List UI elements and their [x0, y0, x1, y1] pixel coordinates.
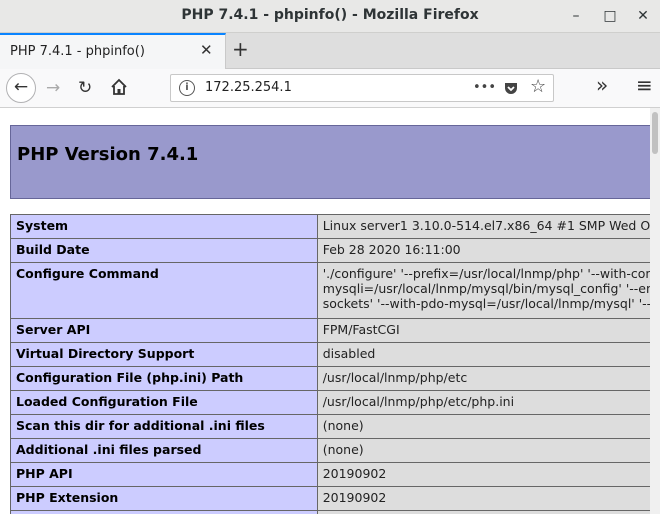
row-key: Configure Command	[10, 262, 318, 319]
maximize-icon[interactable]: □	[600, 6, 620, 26]
table-row: Build Date Feb 28 2020 16:11:00	[10, 238, 650, 263]
row-value: (none)	[316, 414, 650, 439]
new-tab-button[interactable]: +	[232, 37, 249, 61]
row-value: 20190902	[316, 462, 650, 487]
table-row: Configure Command './configure' '--prefix…	[10, 262, 650, 319]
table-row: Server API FPM/FastCGI	[10, 318, 650, 343]
table-row: Virtual Directory Support disabled	[10, 342, 650, 367]
row-value: (none)	[316, 438, 650, 463]
tab-strip: PHP 7.4.1 - phpinfo() ✕ +	[0, 33, 660, 69]
page-content: PHP Version 7.4.1 System Linux server1 3.…	[0, 108, 650, 514]
pocket-icon[interactable]	[503, 80, 519, 100]
minimize-icon[interactable]: –	[566, 6, 586, 26]
vertical-scrollbar[interactable]	[650, 108, 660, 514]
table-row	[10, 510, 650, 514]
row-key: Build Date	[10, 238, 318, 263]
row-value: Feb 28 2020 16:11:00	[316, 238, 650, 263]
row-key: Loaded Configuration File	[10, 390, 318, 415]
row-key: System	[10, 214, 318, 239]
back-button[interactable]: ←	[6, 73, 36, 103]
home-icon	[111, 78, 127, 95]
table-row: System Linux server1 3.10.0-514.el7.x86_6…	[10, 214, 650, 239]
row-key: Configuration File (php.ini) Path	[10, 366, 318, 391]
page-actions-icon[interactable]: •••	[473, 80, 496, 95]
row-value	[316, 510, 650, 514]
row-key: Additional .ini files parsed	[10, 438, 318, 463]
forward-button[interactable]: →	[46, 78, 60, 98]
row-key: Virtual Directory Support	[10, 342, 318, 367]
row-key: Server API	[10, 318, 318, 343]
row-value: FPM/FastCGI	[316, 318, 650, 343]
bookmark-star-icon[interactable]: ☆	[530, 76, 546, 97]
window-titlebar: PHP 7.4.1 - phpinfo() - Mozilla Firefox …	[0, 0, 660, 33]
row-key: PHP Extension	[10, 486, 318, 511]
row-key: Scan this dir for additional .ini files	[10, 414, 318, 439]
table-row: Configuration File (php.ini) Path/usr/lo…	[10, 366, 650, 391]
close-window-icon[interactable]: ✕	[633, 6, 653, 26]
tab-phpinfo[interactable]: PHP 7.4.1 - phpinfo() ✕	[0, 33, 226, 69]
table-row: Scan this dir for additional .ini files(…	[10, 414, 650, 439]
php-version-header: PHP Version 7.4.1	[10, 125, 650, 199]
reload-button[interactable]: ↻	[78, 78, 92, 98]
table-row: Loaded Configuration File/usr/local/lnmp…	[10, 390, 650, 415]
scrollbar-thumb[interactable]	[652, 112, 658, 154]
tab-label: PHP 7.4.1 - phpinfo()	[10, 44, 145, 59]
url-bar[interactable]: i 172.25.254.1 ••• ☆	[170, 74, 554, 102]
navigation-toolbar: ← → ↻ i 172.25.254.1 ••• ☆ » ≡	[0, 69, 660, 108]
row-value: disabled	[316, 342, 650, 367]
row-value: './configure' '--prefix=/usr/local/lnmp/…	[316, 262, 650, 319]
home-button[interactable]	[110, 78, 128, 101]
row-key	[10, 510, 318, 514]
row-value: /usr/local/lnmp/php/etc/php.ini	[316, 390, 650, 415]
url-text[interactable]: 172.25.254.1	[205, 80, 292, 95]
hamburger-menu-icon[interactable]: ≡	[636, 75, 653, 95]
table-row: Additional .ini files parsed (none)	[10, 438, 650, 463]
table-row: PHP Extension 20190902	[10, 486, 650, 511]
info-table: System Linux server1 3.10.0-514.el7.x86_6…	[10, 214, 650, 514]
row-value: /usr/local/lnmp/php/etc	[316, 366, 650, 391]
table-row: PHP API 20190902	[10, 462, 650, 487]
window-title: PHP 7.4.1 - phpinfo() - Mozilla Firefox	[181, 7, 479, 23]
row-value: Linux server1 3.10.0-514.el7.x86_64 #1 S…	[316, 214, 650, 239]
row-value: 20190902	[316, 486, 650, 511]
page-title: PHP Version 7.4.1	[17, 144, 199, 165]
row-key: PHP API	[10, 462, 318, 487]
overflow-menu-icon[interactable]: »	[596, 75, 608, 95]
site-info-icon[interactable]: i	[179, 80, 195, 96]
tab-close-icon[interactable]: ✕	[200, 41, 213, 59]
